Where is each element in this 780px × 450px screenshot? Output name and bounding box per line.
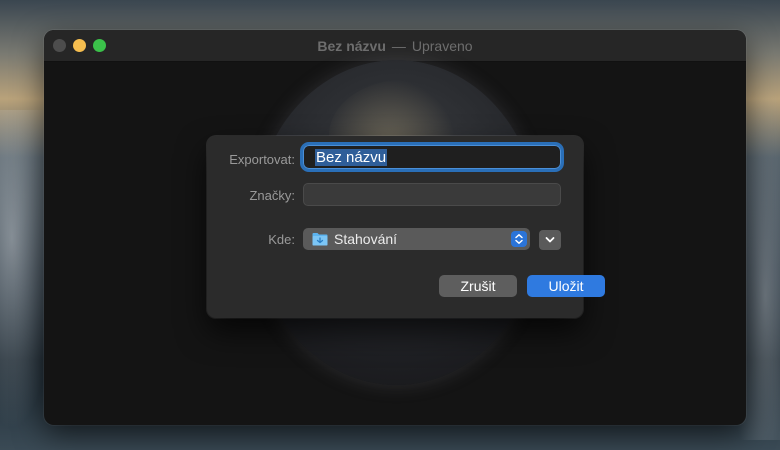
filename-input[interactable]: Bez názvu xyxy=(303,145,561,169)
location-popup-button[interactable]: Stahování xyxy=(303,228,530,250)
window-title: Bez názvu — Upraveno xyxy=(44,38,746,54)
where-label: Kde: xyxy=(268,232,295,247)
folder-icon xyxy=(312,233,328,246)
filename-selected-text: Bez názvu xyxy=(315,149,388,166)
document-name: Bez názvu xyxy=(317,38,386,54)
title-bar: Bez názvu — Upraveno xyxy=(44,30,746,62)
chevron-down-icon xyxy=(545,237,555,243)
popup-arrows-icon xyxy=(511,231,527,247)
save-button[interactable]: Uložit xyxy=(527,275,605,297)
tags-label: Značky: xyxy=(249,188,295,203)
export-dialog: Exportovat: Bez názvu Značky: Kde: Staho… xyxy=(207,136,605,318)
export-label: Exportovat: xyxy=(229,152,295,167)
expand-dialog-button[interactable] xyxy=(539,230,561,250)
tags-input[interactable] xyxy=(303,183,561,206)
edited-status: Upraveno xyxy=(411,38,473,54)
app-window: Bez názvu — Upraveno Exportovat: Bez názvu… xyxy=(44,30,746,425)
location-value: Stahování xyxy=(334,231,398,247)
cancel-button[interactable]: Zrušit xyxy=(439,275,517,297)
title-separator: — xyxy=(391,38,406,54)
